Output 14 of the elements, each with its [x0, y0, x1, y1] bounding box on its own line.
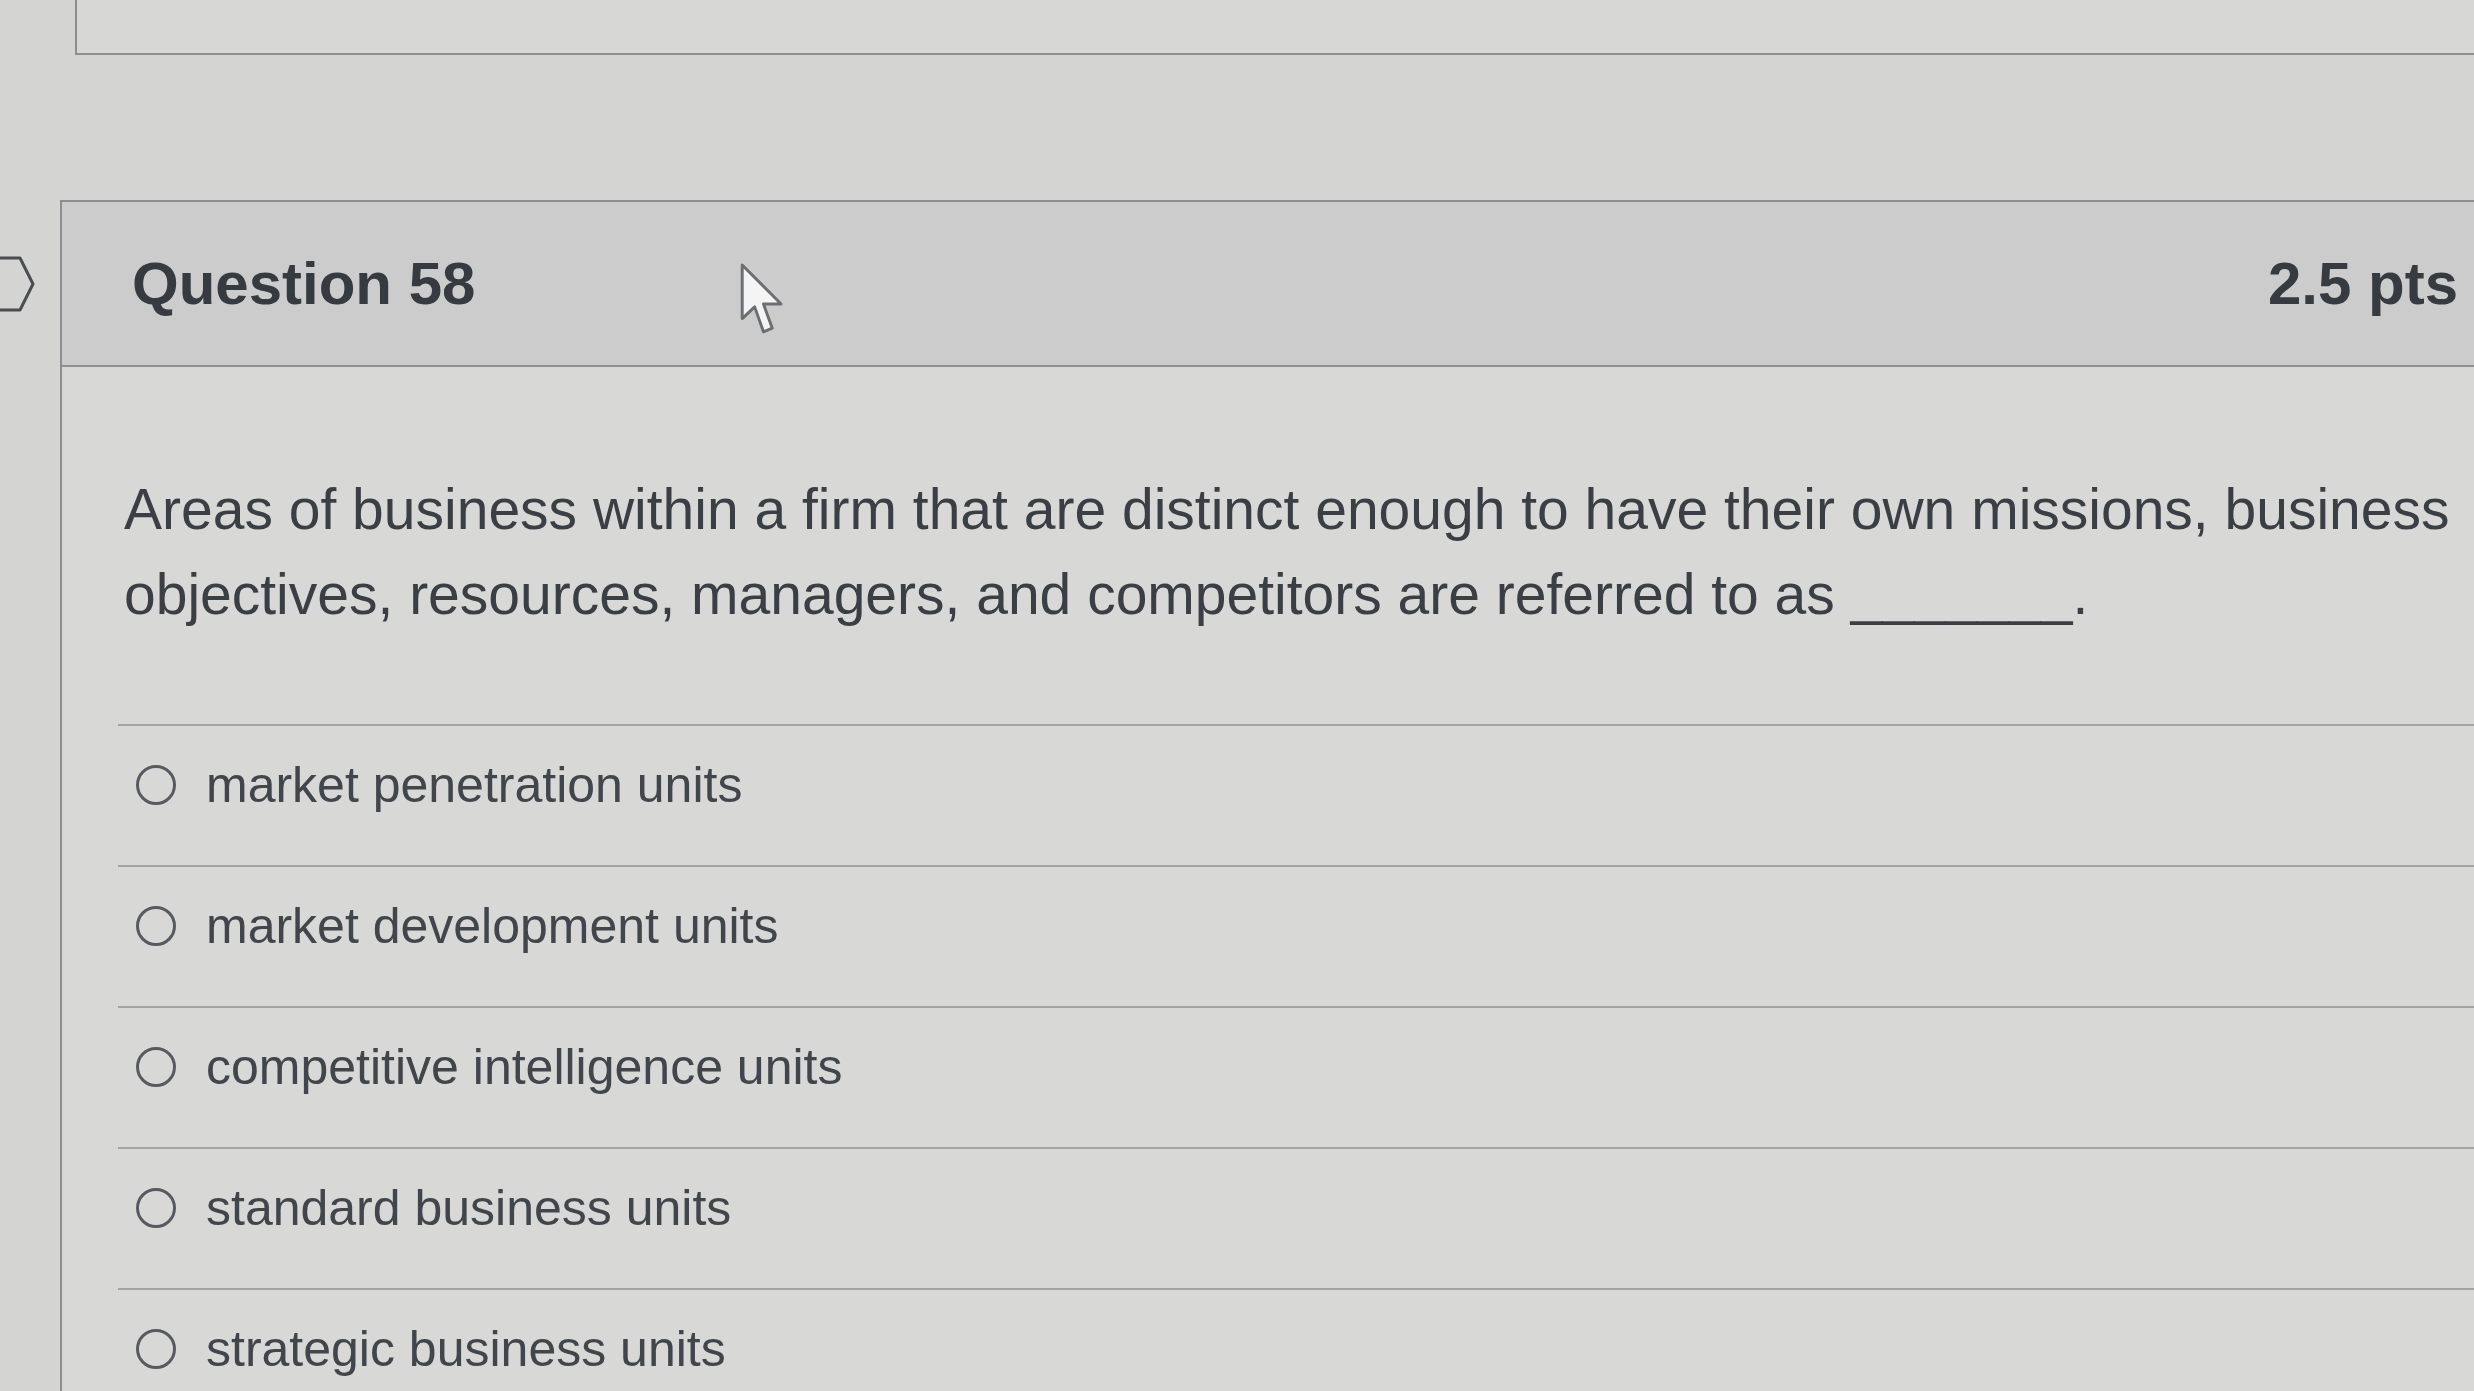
radio-button[interactable] [136, 1328, 176, 1369]
radio-button[interactable] [136, 905, 176, 946]
points-label: 2.5 pts [2267, 249, 2458, 318]
option-label: market development units [206, 896, 779, 955]
radio-button[interactable] [136, 1187, 176, 1228]
radio-button[interactable] [136, 1046, 176, 1087]
question-title: Question 58 [132, 249, 476, 318]
option-label: standard business units [206, 1178, 732, 1237]
option-label: competitive intelligence units [206, 1037, 843, 1096]
question-text: Areas of business within a firm that are distinct enough to have their own missions, business objectives, resources, managers, and competitors are referred to as _______. [124, 476, 2451, 628]
option-label: market penetration units [206, 755, 743, 814]
radio-button[interactable] [136, 764, 176, 805]
tag-icon[interactable] [0, 255, 36, 313]
option-label: strategic business units [206, 1319, 726, 1378]
